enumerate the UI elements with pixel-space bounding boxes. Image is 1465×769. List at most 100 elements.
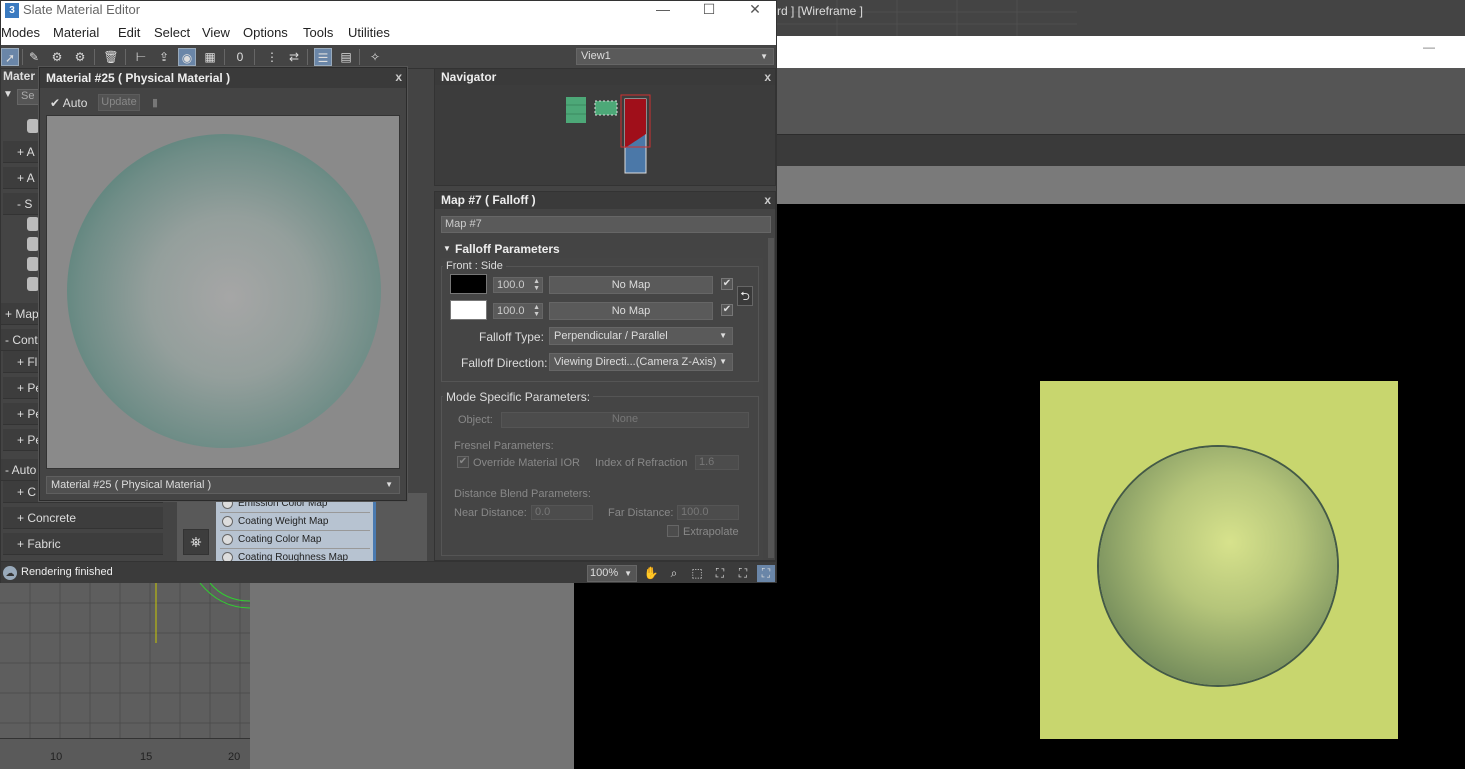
background-band-mid (777, 166, 1465, 204)
menu-options[interactable]: Options (243, 25, 288, 40)
slot-socket-icon[interactable] (222, 552, 233, 561)
toolbar-separator (254, 49, 255, 65)
extrapolate-checkbox[interactable] (667, 525, 679, 537)
update-button[interactable]: Update (98, 94, 140, 111)
auto-checkbox[interactable]: ✔ Auto (50, 96, 87, 110)
rollout-header[interactable]: ▼ Falloff Parameters (441, 240, 763, 258)
front-map-enable-checkbox[interactable]: ✔ (721, 278, 733, 290)
material-preview-render[interactable] (46, 115, 400, 469)
binoculars-icon[interactable]: ⛯ (183, 529, 209, 555)
material-node[interactable]: Emission Color Map Coating Weight Map Co… (216, 491, 376, 561)
toolbar-separator (359, 49, 360, 65)
layout-children-icon[interactable]: ⇄ (285, 48, 303, 66)
front-color-swatch[interactable] (450, 274, 487, 294)
menu-edit[interactable]: Edit (118, 25, 140, 40)
toolbar-separator (224, 49, 225, 65)
material-preview-window[interactable]: Material #25 ( Physical Material ) x ✔ A… (39, 67, 407, 501)
side-amount-spinner[interactable]: 100.0 ▲ ▼ (493, 303, 543, 319)
preview-title[interactable]: Material #25 ( Physical Material ) x (40, 68, 406, 88)
falloff-type-dropdown[interactable]: Perpendicular / Parallel ▼ (549, 327, 733, 345)
browser-group[interactable]: + Fabric (3, 533, 163, 555)
slot-socket-icon[interactable] (222, 516, 233, 527)
side-color-swatch[interactable] (450, 300, 487, 320)
menu-utilities[interactable]: Utilities (348, 25, 390, 40)
node-slot[interactable]: Coating Color Map (220, 531, 370, 549)
preview-material-dropdown[interactable]: Material #25 ( Physical Material ) ▼ (46, 476, 400, 494)
pan-hand-icon[interactable]: ✋ (642, 565, 660, 582)
title-bar[interactable]: 3 Slate Material Editor — ☐ ✕ (1, 1, 776, 21)
falloff-direction-dropdown[interactable]: Viewing Directi...(Camera Z-Axis) ▼ (549, 353, 733, 371)
fresnel-parameters-label: Fresnel Parameters: (454, 440, 554, 452)
pan-to-selected-icon[interactable]: ⛶ (757, 565, 775, 582)
slot-socket-icon[interactable] (222, 534, 233, 545)
navigator-canvas[interactable] (435, 85, 775, 185)
spinner-arrows-icon[interactable]: ▲ ▼ (533, 304, 540, 318)
put-material-icon[interactable]: ⚙ (48, 48, 66, 66)
navigator-minimap[interactable] (435, 85, 775, 185)
navigator-title-text: Navigator (441, 70, 497, 84)
node-slot[interactable]: Coating Roughness Map (220, 549, 370, 561)
search-collapse-icon[interactable]: ▼ (3, 89, 13, 100)
select-tool-icon[interactable]: ➚ (1, 48, 19, 66)
minimize-button[interactable]: — (640, 1, 686, 21)
menu-modes[interactable]: Modes (1, 25, 40, 40)
pin-icon[interactable]: ▮ (152, 96, 158, 109)
hide-unused-icon[interactable]: ⇪ (155, 48, 173, 66)
zoom-dropdown[interactable]: 100% ▼ (587, 565, 637, 582)
node-slot[interactable]: Coating Weight Map (220, 513, 370, 531)
background-minimize-button[interactable]: — (1423, 40, 1435, 54)
near-distance-spinner[interactable]: 0.0 (531, 505, 593, 520)
view-select-dropdown[interactable]: View1 ▼ (576, 48, 774, 65)
assign-material-icon[interactable]: ⚙ (71, 48, 89, 66)
slate-material-editor-window: 3 Slate Material Editor — ☐ ✕ Modes Mate… (0, 0, 777, 583)
zoom-extents-icon[interactable]: ⛶ (711, 565, 729, 582)
close-button[interactable]: ✕ (732, 1, 778, 21)
ior-spinner[interactable]: 1.6 (695, 455, 739, 470)
eyedropper-icon[interactable]: ✎ (25, 48, 43, 66)
close-icon[interactable]: x (764, 192, 771, 208)
close-icon[interactable]: x (764, 69, 771, 85)
front-amount-spinner[interactable]: 100.0 ▲ ▼ (493, 277, 543, 293)
viewport-grey-area (250, 583, 574, 769)
zoom-icon[interactable]: ⌕ (665, 565, 683, 582)
node-slot-label: Coating Color Map (238, 534, 322, 545)
panel-scrollbar[interactable] (768, 238, 774, 558)
map-name-field[interactable]: Map #7 (441, 216, 771, 233)
override-ior-checkbox[interactable]: ✔ (457, 456, 469, 468)
show-background-icon[interactable]: ▦ (201, 48, 219, 66)
front-map-button[interactable]: No Map (549, 276, 713, 294)
rollout-collapse-icon[interactable]: ▼ (443, 240, 451, 258)
side-map-button[interactable]: No Map (549, 302, 713, 320)
side-map-enable-checkbox[interactable]: ✔ (721, 304, 733, 316)
status-text: Rendering finished (21, 566, 113, 578)
zoom-extents-selected-icon[interactable]: ⛶ (734, 565, 752, 582)
menu-material[interactable]: Material (53, 25, 99, 40)
render-output-image (1040, 381, 1398, 739)
browser-group[interactable]: + Concrete (3, 507, 163, 529)
zoom-region-icon[interactable]: ⬚ (688, 565, 706, 582)
delete-icon[interactable]: 🗑 (102, 48, 120, 66)
menu-select[interactable]: Select (154, 25, 190, 40)
object-pick-button[interactable]: None (501, 412, 749, 428)
layout-all-icon[interactable]: ⋮ (263, 48, 281, 66)
viewport-label[interactable]: rd ] [Wireframe ] (777, 4, 863, 18)
material-browser-icon[interactable]: ☰ (314, 48, 332, 66)
swap-colors-icon[interactable]: ⮌ (737, 286, 753, 306)
timeline-ruler[interactable]: 10 15 20 (0, 738, 250, 769)
toolbar-separator (94, 49, 95, 65)
menu-view[interactable]: View (202, 25, 230, 40)
render-frame-viewport-lower (574, 583, 777, 769)
menu-tools[interactable]: Tools (303, 25, 333, 40)
spinner-arrows-icon[interactable]: ▲ ▼ (533, 278, 540, 292)
show-shaded-icon[interactable]: ◉ (178, 48, 196, 66)
material-id-icon[interactable]: 0 (231, 48, 249, 66)
close-icon[interactable]: x (395, 70, 402, 84)
maximize-button[interactable]: ☐ (686, 1, 732, 21)
far-distance-spinner[interactable]: 100.0 (677, 505, 739, 520)
parameter-editor-icon[interactable]: ▤ (337, 48, 355, 66)
checkmark-icon: ✔ (50, 96, 61, 110)
select-by-material-icon[interactable]: ✧ (366, 48, 384, 66)
mode-specific-label: Mode Specific Parameters: (443, 390, 594, 404)
material-swatch-icon (27, 277, 39, 291)
move-children-icon[interactable]: ⊢ (132, 48, 150, 66)
